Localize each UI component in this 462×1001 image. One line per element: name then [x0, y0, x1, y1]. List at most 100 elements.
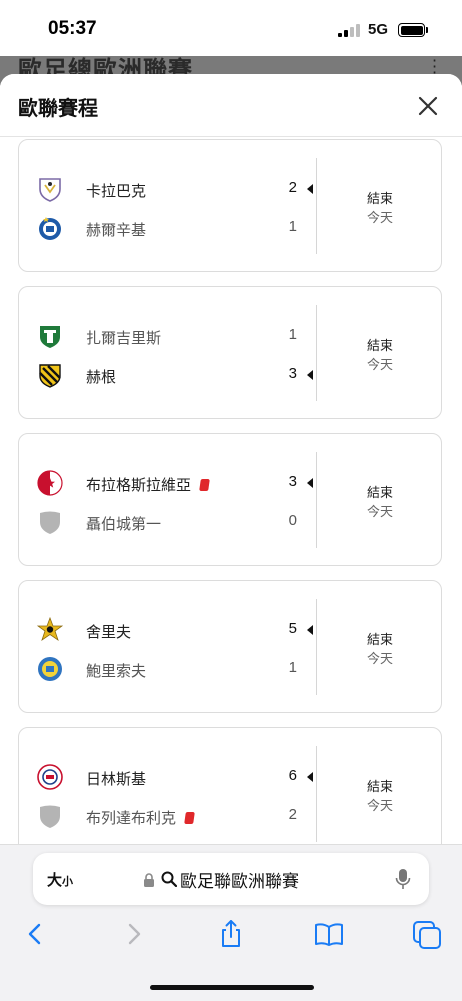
red-card-icon — [184, 812, 195, 824]
away-team-row: 赫爾辛基 1 — [19, 213, 319, 243]
away-team-score: 2 — [288, 806, 297, 823]
match-card[interactable]: 舍里夫 5 鮑里索夫 1 結束 今天 — [18, 580, 442, 713]
home-team-row: 扎爾吉里斯 1 — [19, 321, 319, 351]
away-team-score: 1 — [288, 659, 297, 676]
address-bar[interactable]: 大小 歐足聯歐洲聯賽 — [33, 853, 429, 905]
home-team-score: 1 — [288, 326, 297, 343]
microphone-icon[interactable] — [395, 868, 411, 890]
hacken-crest-icon — [39, 364, 61, 388]
share-icon — [222, 920, 240, 947]
book-icon — [315, 923, 343, 946]
forward-button[interactable] — [117, 917, 151, 951]
home-team-name: 扎爾吉里斯 — [86, 329, 162, 347]
away-team-row: 赫根 3 — [19, 360, 319, 390]
red-card-icon — [199, 479, 210, 491]
home-indicator — [150, 985, 314, 990]
winner-indicator-icon — [307, 478, 313, 488]
placeholder-shield-icon — [40, 511, 60, 534]
winner-indicator-icon — [307, 772, 313, 782]
browser-bottom-bar: 大小 歐足聯歐洲聯賽 — [0, 844, 462, 1001]
match-list: 卡拉巴克 2 赫爾辛基 1 結束 今天 扎爾吉里斯 1 赫根 3 結束 今天 布… — [0, 137, 462, 844]
match-date: 今天 — [367, 358, 394, 373]
match-status: 結束 — [367, 339, 394, 354]
hjk-helsinki-crest-icon — [39, 217, 61, 240]
home-team-score: 2 — [288, 179, 297, 196]
cellular-signal-icon — [338, 24, 360, 37]
home-team-row: 卡拉巴克 2 — [19, 174, 319, 204]
away-team-name: 聶伯城第一 — [86, 515, 162, 533]
tabs-button[interactable] — [410, 917, 444, 951]
home-team-name: 布拉格斯拉維亞 — [86, 474, 210, 495]
battery-tip — [426, 27, 428, 33]
match-card[interactable]: 布拉格斯拉維亞 3 聶伯城第一 0 結束 今天 — [18, 433, 442, 566]
away-team-row: 聶伯城第一 0 — [19, 507, 319, 537]
home-team-name-text: 布拉格斯拉維亞 — [86, 476, 192, 494]
match-status: 結束 — [367, 192, 394, 207]
zalgiris-crest-icon — [40, 326, 60, 348]
away-team-score: 3 — [288, 365, 297, 382]
status-bar: 05:37 5G — [0, 0, 462, 56]
home-team-name: 卡拉巴克 — [86, 182, 147, 200]
home-team-name: 日林斯基 — [86, 770, 147, 788]
match-status: 結束 — [367, 486, 394, 501]
chevron-left-icon — [28, 923, 41, 945]
away-team-row: 鮑里索夫 1 — [19, 654, 319, 684]
card-divider — [316, 452, 317, 548]
match-date: 今天 — [367, 799, 394, 814]
card-divider — [316, 599, 317, 695]
match-status: 結束 — [367, 633, 394, 648]
sheriff-crest-icon — [37, 617, 63, 642]
sheet-header: 歐聯賽程 — [0, 74, 462, 137]
away-team-score: 1 — [288, 218, 297, 235]
close-icon — [418, 96, 438, 116]
home-team-name: 舍里夫 — [86, 623, 132, 641]
home-team-row: 日林斯基 6 — [19, 762, 319, 792]
text-size-label-large: 大 — [47, 871, 63, 889]
winner-indicator-icon — [307, 370, 313, 380]
match-card[interactable]: 日林斯基 6 布列達布利克 2 結束 今天 — [18, 727, 442, 844]
search-icon — [161, 871, 177, 887]
chevron-right-icon — [128, 923, 141, 945]
match-card[interactable]: 卡拉巴克 2 赫爾辛基 1 結束 今天 — [18, 139, 442, 272]
match-date: 今天 — [367, 211, 394, 226]
bookmarks-button[interactable] — [312, 917, 346, 951]
away-team-name: 鮑里索夫 — [86, 662, 147, 680]
match-card[interactable]: 扎爾吉里斯 1 赫根 3 結束 今天 — [18, 286, 442, 419]
text-size-button[interactable]: 大小 — [47, 869, 73, 890]
winner-indicator-icon — [307, 184, 313, 194]
home-team-score: 6 — [288, 767, 297, 784]
sheet-title: 歐聯賽程 — [18, 96, 98, 120]
match-date: 今天 — [367, 652, 394, 667]
away-team-name-text: 布列達布利克 — [86, 809, 177, 827]
winner-indicator-icon — [307, 625, 313, 635]
tabs-icon — [413, 921, 441, 949]
home-team-score: 3 — [288, 473, 297, 490]
card-divider — [316, 746, 317, 842]
fixtures-sheet: 歐聯賽程 卡拉巴克 2 赫爾辛基 1 結束 今天 扎爾吉里斯 1 赫根 3 結束… — [0, 74, 462, 844]
away-team-score: 0 — [288, 512, 297, 529]
match-date: 今天 — [367, 505, 394, 520]
bate-borisov-crest-icon — [38, 657, 62, 681]
match-status: 結束 — [367, 780, 394, 795]
battery-icon — [398, 23, 425, 37]
placeholder-shield-icon — [40, 805, 60, 828]
slavia-praha-crest-icon — [37, 470, 63, 496]
text-size-label-small: 小 — [62, 875, 74, 888]
network-type: 5G — [368, 21, 389, 38]
share-button[interactable] — [214, 917, 248, 951]
home-team-row: 布拉格斯拉維亞 3 — [19, 468, 319, 498]
qarabag-crest-icon — [39, 178, 61, 202]
away-team-name: 布列達布利克 — [86, 807, 195, 828]
away-team-name: 赫根 — [86, 368, 117, 386]
card-divider — [316, 305, 317, 401]
close-button[interactable] — [414, 92, 442, 120]
away-team-name: 赫爾辛基 — [86, 221, 147, 239]
lock-icon — [144, 873, 154, 887]
zrinjski-crest-icon — [37, 764, 63, 790]
back-button[interactable] — [18, 917, 52, 951]
home-team-row: 舍里夫 5 — [19, 615, 319, 645]
away-team-row: 布列達布利克 2 — [19, 801, 319, 831]
home-team-score: 5 — [288, 620, 297, 637]
address-text: 歐足聯歐洲聯賽 — [180, 872, 299, 892]
card-divider — [316, 158, 317, 254]
